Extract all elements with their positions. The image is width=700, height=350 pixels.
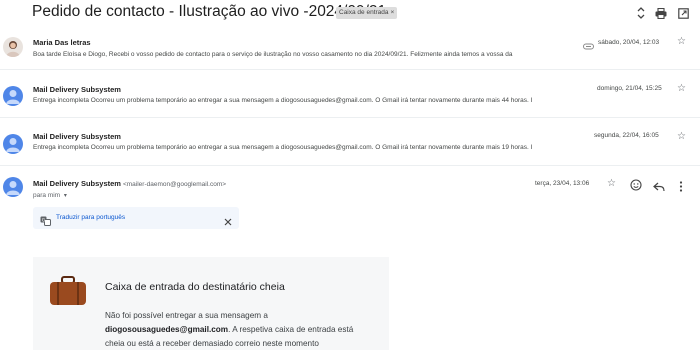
- recipient-label: para mim: [33, 192, 61, 199]
- sender-email: <mailer-daemon@googlemail.com>: [122, 181, 227, 188]
- suitcase-icon: [49, 276, 87, 311]
- close-icon[interactable]: [224, 213, 232, 231]
- card-text-2: . A respetiva caixa de entrada: [228, 325, 336, 334]
- bounce-notice-card: Caixa de entrada do destinatário cheia N…: [33, 257, 389, 350]
- open-in-new-window-icon[interactable]: [676, 6, 690, 20]
- avatar: [3, 134, 23, 154]
- message-snippet: Boa tarde Eloísa e Diogo, Recebi o vosso…: [33, 51, 513, 58]
- sender-name: Mail Delivery Subsystem: [33, 85, 121, 94]
- message-row[interactable]: Maria Das letras sábado, 20/04, 12:03 ☆ …: [0, 30, 700, 70]
- translate-icon: G: [40, 213, 51, 231]
- card-title: Caixa de entrada do destinatário cheia: [105, 281, 285, 293]
- message-snippet: Entrega incompleta Ocorreu um problema t…: [33, 144, 533, 151]
- message-date: terça, 23/04, 13:06: [535, 180, 590, 187]
- star-icon[interactable]: ☆: [677, 84, 686, 94]
- recipient-line[interactable]: para mim ▾: [33, 192, 67, 199]
- thread-header: Pedido de contacto - Ilustração ao vivo …: [0, 0, 700, 27]
- inbox-label-chip[interactable]: Caixa de entrada ×: [336, 7, 398, 19]
- sender-name: Maria Das letras: [33, 38, 91, 47]
- card-text-1: Não foi possível entregar a sua mensagem…: [105, 311, 268, 320]
- star-icon[interactable]: ☆: [677, 37, 686, 47]
- avatar: [3, 177, 23, 197]
- reply-icon[interactable]: [653, 179, 665, 197]
- message-row[interactable]: Mail Delivery Subsystem domingo, 21/04, …: [0, 76, 700, 118]
- emoji-icon[interactable]: [630, 178, 642, 196]
- avatar: [3, 86, 23, 106]
- thread-subject: Pedido de contacto - Ilustração ao vivo …: [32, 3, 387, 20]
- translate-banner: G Traduzir para português: [33, 207, 239, 229]
- star-icon[interactable]: ☆: [607, 179, 616, 189]
- avatar: [3, 37, 23, 57]
- chevron-down-icon[interactable]: ▾: [64, 193, 67, 199]
- open-sender: Mail Delivery Subsystem <mailer-daemon@go…: [33, 179, 226, 188]
- message-row[interactable]: Mail Delivery Subsystem segunda, 22/04, …: [0, 124, 700, 166]
- message-date: domingo, 21/04, 15:25: [597, 85, 662, 92]
- sender-name: Mail Delivery Subsystem: [33, 179, 121, 188]
- sender-name: Mail Delivery Subsystem: [33, 132, 121, 141]
- message-date: segunda, 22/04, 16:05: [594, 132, 659, 139]
- print-icon[interactable]: [654, 6, 668, 20]
- svg-text:G: G: [42, 217, 46, 223]
- message-date: sábado, 20/04, 12:03: [598, 39, 660, 46]
- star-icon[interactable]: ☆: [677, 132, 686, 142]
- card-body: Não foi possível entregar a sua mensagem…: [105, 309, 375, 350]
- label-text: Caixa de entrada: [339, 9, 389, 16]
- more-vert-icon[interactable]: [679, 179, 683, 197]
- translate-link[interactable]: Traduzir para português: [56, 214, 125, 221]
- expand-collapse-icon[interactable]: [634, 6, 648, 20]
- message-snippet: Entrega incompleta Ocorreu um problema t…: [33, 97, 533, 104]
- remove-label-icon[interactable]: ×: [391, 9, 395, 16]
- recipient-email: diogosousaguedes@gmail.com: [105, 325, 229, 334]
